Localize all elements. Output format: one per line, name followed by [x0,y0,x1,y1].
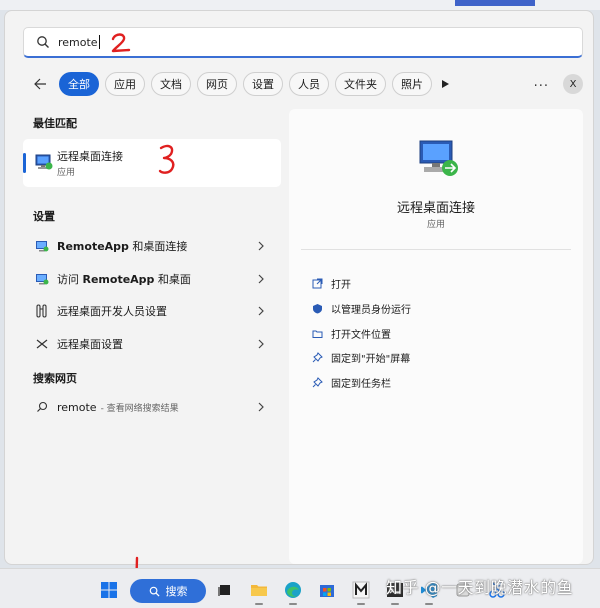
edge-browser-icon [285,582,301,598]
back-button[interactable] [29,73,51,95]
settings-item-label: 远程桌面开发人员设置 [57,305,167,318]
details-pane: 远程桌面连接 应用 打开 以管理员身份运行 打开文件位置 固定到"开始"屏幕 固… [289,109,583,564]
open-icon [311,277,323,289]
remoteapp-icon [35,272,49,286]
settings-item-label: 和桌面 [154,273,191,286]
start-button[interactable] [98,579,120,601]
best-match-item[interactable]: 远程桌面连接 应用 [23,139,281,187]
file-explorer-button[interactable] [248,579,270,601]
more-options-button[interactable]: ... [534,75,549,90]
action-pin-to-taskbar[interactable]: 固定到任务栏 [311,372,391,392]
chevron-right-icon [258,402,264,412]
action-run-as-admin[interactable]: 以管理员身份运行 [311,298,411,318]
taskbar-search-button[interactable]: 搜索 [130,579,206,603]
web-search-subtitle: - 查看网络搜索结果 [100,403,179,414]
web-search-query: remote [57,400,97,414]
pin-icon [311,376,323,388]
action-open-file-location[interactable]: 打开文件位置 [311,323,391,343]
web-search-item[interactable]: remote - 查看网络搜索结果 [23,394,281,420]
remote-desktop-icon [419,140,458,176]
action-label: 固定到任务栏 [331,378,391,390]
text-caret [98,35,100,49]
web-search-heading: 搜索网页 [33,372,77,385]
app-name: 远程桌面连接 [396,201,475,216]
start-search-panel: remote 全部 应用 文档 网页 设置 人员 文件夹 照片 ... X 最佳… [4,10,594,565]
action-pin-to-start[interactable]: 固定到"开始"屏幕 [311,347,410,367]
task-view-icon [218,585,230,596]
background-window-accent [455,0,535,6]
arrow-left-icon [34,78,46,90]
folder-icon [311,327,323,339]
settings-item-access-remoteapp[interactable]: 访问 RemoteApp 和桌面 [23,266,281,292]
search-icon [35,400,49,414]
edge-button[interactable] [282,579,304,601]
best-match-type: 应用 [57,168,76,178]
settings-item-label-pre: 访问 [57,273,83,286]
best-match-heading: 最佳匹配 [33,117,77,130]
action-open[interactable]: 打开 [311,273,351,293]
watermark: 知乎 @一天到晚潜水的鱼 [386,578,574,597]
best-match-name: 远程桌面连接 [57,150,123,163]
running-indicator [425,603,433,605]
settings-item-label: 远程桌面设置 [57,338,123,351]
action-label: 固定到"开始"屏幕 [331,353,411,365]
annotation-number-2 [111,33,131,53]
search-box[interactable]: remote [23,27,583,58]
filter-documents[interactable]: 文档 [151,72,191,96]
search-input[interactable]: remote [58,36,98,49]
running-indicator [255,603,263,605]
folder-icon [251,585,267,596]
taskbar-search-label: 搜索 [165,585,188,598]
app-m-button[interactable] [350,579,372,601]
running-indicator [357,603,365,605]
close-button[interactable]: X [563,74,583,94]
filter-settings[interactable]: 设置 [243,72,283,96]
chevron-right-icon [258,339,264,349]
filter-all[interactable]: 全部 [59,72,99,96]
app-type: 应用 [426,220,445,230]
settings-item-developer-settings[interactable]: 远程桌面开发人员设置 [23,298,281,324]
chevron-right-icon [258,274,264,284]
play-icon [442,80,449,88]
settings-item-remote-desktop-settings[interactable]: 远程桌面设置 [23,331,281,357]
remote-settings-icon [35,337,49,351]
settings-item-label-bold: RemoteApp [82,273,155,286]
settings-item-remoteapp-connections[interactable]: RemoteApp 和桌面连接 [23,233,281,259]
action-label: 打开文件位置 [331,329,391,341]
background-window-top [0,0,600,10]
annotation-number-3 [158,144,175,174]
chevron-right-icon [258,306,264,316]
task-view-button[interactable] [214,579,236,601]
filter-apps[interactable]: 应用 [105,72,145,96]
running-indicator [289,603,297,605]
remoteapp-icon [35,239,49,253]
filter-photos[interactable]: 照片 [392,72,432,96]
store-icon [320,585,334,597]
filter-bar: 全部 应用 文档 网页 设置 人员 文件夹 照片 ... X [23,71,585,97]
settings-item-label: 和桌面连接 [128,240,188,253]
chevron-right-icon [258,241,264,251]
windows-logo-icon [101,582,117,598]
m-app-icon [352,581,370,599]
settings-item-label-bold: RemoteApp [57,240,129,253]
more-filters-button[interactable] [440,77,454,91]
pin-icon [311,351,323,363]
running-indicator [391,603,399,605]
action-label: 以管理员身份运行 [331,304,411,316]
store-button[interactable] [316,579,338,601]
search-icon [149,586,160,597]
action-label: 打开 [331,279,351,291]
filter-people[interactable]: 人员 [289,72,329,96]
search-icon [37,36,49,48]
settings-heading: 设置 [33,210,55,223]
filter-folders[interactable]: 文件夹 [335,72,386,96]
filter-web[interactable]: 网页 [197,72,237,96]
developer-tools-icon [35,304,49,318]
selection-indicator [23,153,26,173]
divider [301,249,571,250]
shield-icon [311,302,323,314]
remote-desktop-icon [35,154,53,170]
